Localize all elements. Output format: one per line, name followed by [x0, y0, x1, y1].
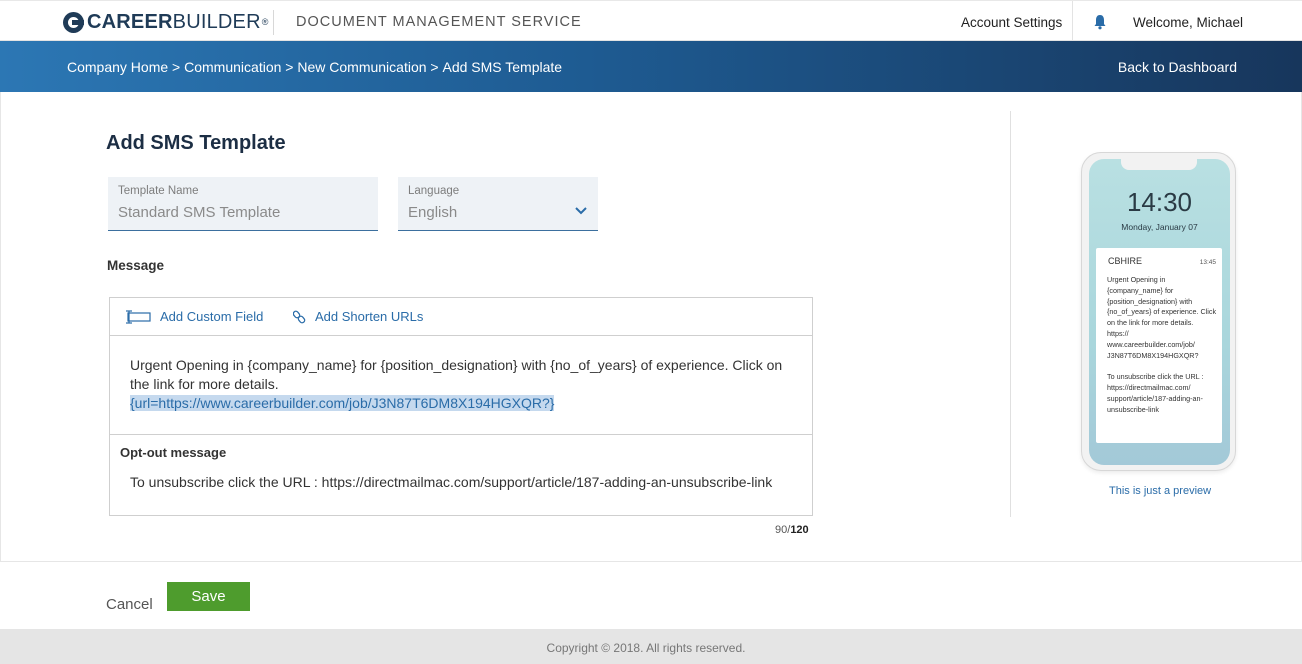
add-shorten-urls-label: Add Shorten URLs [315, 309, 424, 324]
save-button[interactable]: Save [167, 582, 250, 611]
message-url-token[interactable]: {url=https://www.careerbuilder.com/job/J… [130, 395, 555, 411]
custom-field-icon [126, 309, 151, 324]
counter-max: 120 [790, 524, 809, 536]
copyright: Copyright © 2018. All rights reserved. [546, 641, 746, 655]
template-name-field[interactable]: Template Name Standard SMS Template [108, 177, 378, 231]
breadcrumb-separator: > [168, 59, 185, 75]
phone-notch [1121, 159, 1197, 170]
phone-date: Monday, January 07 [1121, 222, 1198, 232]
language-label: Language [408, 185, 460, 197]
preview-separator [1010, 111, 1011, 517]
sms-time: 13:45 [1199, 259, 1216, 266]
language-value[interactable]: English [408, 204, 457, 221]
registered-mark: ® [261, 17, 269, 27]
careerbuilder-logo[interactable]: CAREERBUILDER ® [63, 11, 268, 33]
character-counter: 90/120 [775, 524, 809, 536]
breadcrumb-separator: > [281, 59, 298, 75]
breadcrumb-banner: Company Home > Communication > New Commu… [0, 41, 1302, 92]
message-label: Message [107, 258, 165, 273]
breadcrumb: Company Home > Communication > New Commu… [67, 59, 562, 75]
breadcrumb-current: Add SMS Template [442, 59, 563, 75]
back-to-dashboard-link[interactable]: Back to Dashboard [1118, 59, 1237, 75]
breadcrumb-company-home[interactable]: Company Home [67, 59, 168, 75]
page-title: Add SMS Template [106, 132, 286, 154]
add-custom-field-button[interactable]: Add Custom Field [123, 309, 263, 324]
breadcrumb-communication[interactable]: Communication [184, 59, 281, 75]
phone-time: 14:30 [1126, 187, 1193, 217]
sms-url: https:// www.careerbuilder.com/job/ J3N8… [1107, 328, 1199, 360]
header-divider [273, 10, 274, 35]
sms-notification: CBHIRE 13:45 Urgent Opening in {company_… [1096, 248, 1222, 443]
editor-toolbar: Add Custom Field Add Shorten URLs [110, 298, 812, 336]
sms-unsubscribe: To unsubscribe click the URL : https://d… [1107, 372, 1204, 414]
message-text[interactable]: Urgent Opening in {company_name} for {po… [130, 356, 790, 413]
breadcrumb-new-communication[interactable]: New Communication [297, 59, 426, 75]
template-name-input[interactable]: Standard SMS Template [118, 204, 280, 221]
welcome-user[interactable]: Welcome, Michael [1133, 15, 1243, 30]
logo-text: CAREERBUILDER [87, 10, 261, 33]
optout-text: To unsubscribe click the URL : https://d… [130, 474, 773, 490]
add-shorten-urls-button[interactable]: Add Shorten URLs [293, 309, 423, 324]
phone-screen: 14:30 Monday, January 07 CBHIRE 13:45 Ur… [1089, 159, 1230, 465]
cancel-button[interactable]: Cancel [106, 596, 153, 613]
optout-label: Opt-out message [120, 445, 227, 460]
main-card: Add SMS Template Template Name Standard … [0, 92, 1302, 562]
footer: Copyright © 2018. All rights reserved. [0, 629, 1302, 664]
message-editor[interactable]: Add Custom Field Add Shorten URLs Urgent… [109, 297, 813, 516]
account-settings-link[interactable]: Account Settings [961, 15, 1062, 30]
template-name-label: Template Name [118, 185, 199, 197]
bell-icon[interactable] [1093, 14, 1107, 30]
preview-note: This is just a preview [1109, 485, 1212, 497]
phone-preview: 14:30 Monday, January 07 CBHIRE 13:45 Ur… [1081, 152, 1236, 471]
chevron-down-icon[interactable] [575, 207, 587, 215]
message-body: Urgent Opening in {company_name} for {po… [130, 357, 783, 392]
optout-divider [110, 434, 812, 435]
sms-body: Urgent Opening in {company_name} for {po… [1107, 275, 1217, 415]
language-select[interactable]: Language English [398, 177, 598, 231]
top-header: CAREERBUILDER ® DOCUMENT MANAGEMENT SERV… [0, 0, 1302, 42]
sms-message: Urgent Opening in {company_name} for {po… [1107, 275, 1217, 328]
add-custom-field-label: Add Custom Field [160, 309, 264, 324]
link-icon [293, 310, 306, 323]
sms-sender: CBHIRE [1108, 256, 1143, 266]
app-title: DOCUMENT MANAGEMENT SERVICE [296, 14, 582, 30]
counter-current: 90 [775, 524, 788, 536]
logo-mark-icon [63, 11, 84, 33]
header-divider-right [1072, 1, 1073, 42]
breadcrumb-separator: > [426, 59, 443, 75]
